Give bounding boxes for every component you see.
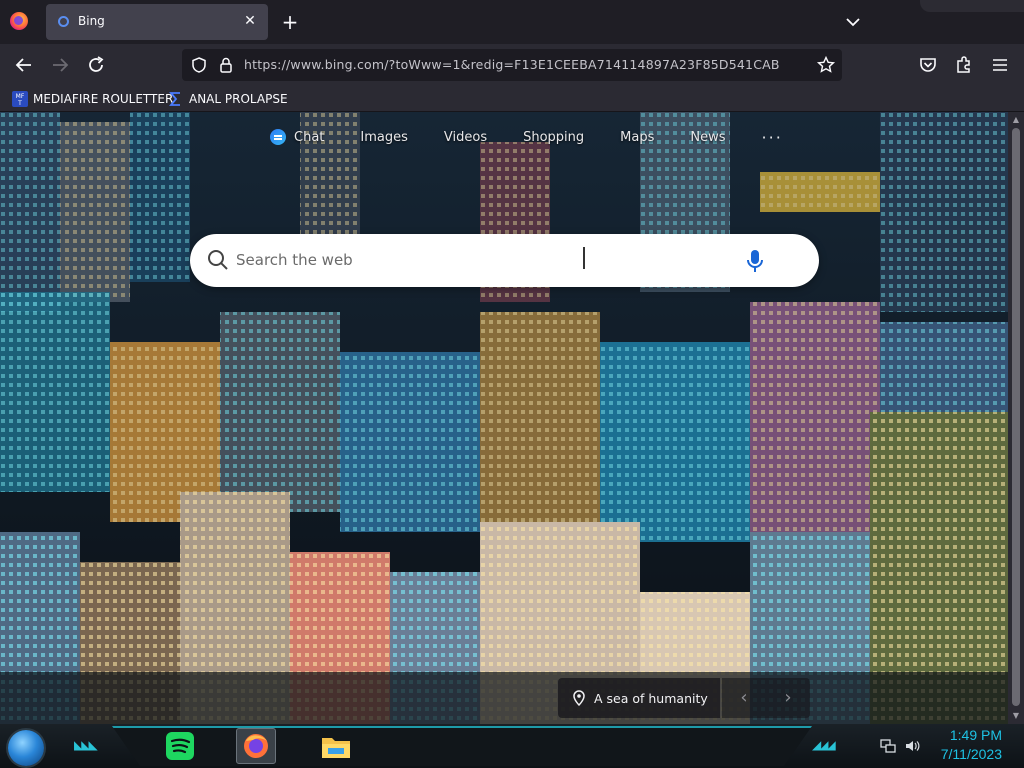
bookmark-label: ANAL PROLAPSE: [189, 92, 288, 106]
forward-arrow-icon[interactable]: [48, 53, 72, 77]
clock-date: 7/11/2023: [940, 746, 1002, 762]
chevron-down-icon[interactable]: [842, 12, 864, 32]
scrollbar-thumb[interactable]: [1012, 128, 1020, 706]
bing-homepage: Chat Images Videos Shopping Maps News ··…: [0, 112, 1008, 724]
window-frame-decoration: [920, 0, 1024, 12]
bookmark-star-icon[interactable]: [816, 55, 836, 75]
nav-chat[interactable]: Chat: [270, 129, 324, 145]
svg-text:MF: MF: [16, 93, 25, 100]
tab-title: Bing: [78, 14, 105, 28]
image-caption[interactable]: A sea of humanity: [558, 678, 720, 718]
folder-icon: [322, 738, 350, 758]
nav-chat-label: Chat: [294, 129, 325, 145]
previous-image-chevron-icon[interactable]: ‹: [734, 688, 754, 708]
taskbar-firefox[interactable]: [236, 728, 276, 764]
city-background-image: [0, 112, 1008, 724]
volume-icon[interactable]: [904, 738, 920, 754]
firefox-icon: [244, 734, 268, 758]
new-tab-button[interactable]: +: [278, 10, 302, 34]
sigma-favicon-icon: [169, 92, 180, 106]
mediafire-favicon-icon: MF T: [12, 91, 28, 107]
bookmark-mediafire-rouletter[interactable]: MF T MEDIAFIRE ROULETTER: [12, 90, 173, 108]
nav-more-dots[interactable]: ···: [762, 128, 783, 147]
spotify-icon: [166, 732, 194, 760]
hamburger-menu-icon[interactable]: [988, 53, 1012, 77]
search-input[interactable]: [236, 246, 756, 274]
location-pin-icon: [573, 690, 585, 706]
taskbar-file-explorer[interactable]: [316, 728, 356, 764]
microphone-icon[interactable]: [744, 248, 766, 274]
tab-bing[interactable]: Bing ✕: [46, 4, 268, 40]
reload-icon[interactable]: [84, 53, 108, 77]
nav-images[interactable]: Images: [360, 130, 408, 145]
bookmarks-toolbar: MF T MEDIAFIRE ROULETTER ANAL PROLAPSE: [0, 86, 1024, 112]
image-nav-arrows: ‹ ›: [722, 678, 810, 718]
nav-shopping[interactable]: Shopping: [523, 130, 584, 145]
start-button[interactable]: [8, 730, 44, 766]
search-box[interactable]: [190, 234, 819, 287]
clock-time: 1:49 PM: [949, 727, 1002, 743]
scroll-up-arrow-icon[interactable]: ▲: [1012, 116, 1020, 124]
nav-videos[interactable]: Videos: [444, 130, 487, 145]
address-bar[interactable]: https://www.bing.com/?toWww=1&redig=F13E…: [182, 49, 842, 81]
lock-icon[interactable]: [218, 56, 234, 74]
bing-search-favicon-icon: [58, 16, 69, 27]
text-cursor-icon: [583, 247, 585, 269]
nav-maps[interactable]: Maps: [620, 130, 654, 145]
tab-strip: Bing ✕ +: [0, 0, 1024, 44]
search-icon: [208, 250, 228, 270]
next-image-chevron-icon[interactable]: ›: [778, 688, 798, 708]
extensions-puzzle-icon[interactable]: [952, 53, 976, 77]
taskbar: ◣◣◣ ◢◢◢ 1:49 PM 7/11/2023: [0, 724, 1024, 768]
bookmark-label: MEDIAFIRE ROULETTER: [33, 92, 174, 106]
pocket-icon[interactable]: [916, 53, 940, 77]
tracking-shield-icon[interactable]: [190, 56, 208, 74]
system-tray: [880, 738, 920, 754]
network-icon[interactable]: [880, 738, 896, 754]
svg-text:T: T: [17, 100, 22, 107]
caption-text: A sea of humanity: [594, 690, 708, 706]
taskbar-spotify[interactable]: [160, 728, 200, 764]
url-text[interactable]: https://www.bing.com/?toWww=1&redig=F13E…: [244, 57, 780, 72]
bing-top-nav: Chat Images Videos Shopping Maps News ··…: [270, 126, 783, 148]
copilot-chat-icon: [270, 129, 286, 145]
close-tab-icon[interactable]: ✕: [240, 11, 260, 31]
taskbar-chevron-decoration: ◢◢◢: [812, 738, 836, 752]
scroll-down-arrow-icon[interactable]: ▼: [1012, 712, 1020, 720]
firefox-view-icon[interactable]: [10, 12, 28, 30]
navigation-toolbar: https://www.bing.com/?toWww=1&redig=F13E…: [0, 44, 1024, 86]
page-scrollbar[interactable]: ▲ ▼: [1008, 112, 1024, 724]
taskbar-clock[interactable]: 1:49 PM 7/11/2023: [941, 726, 1002, 764]
back-arrow-icon[interactable]: [12, 53, 36, 77]
bookmark-anal-prolapse[interactable]: ANAL PROLAPSE: [168, 90, 288, 108]
taskbar-frame: [112, 726, 812, 766]
taskbar-chevron-decoration: ◣◣◣: [74, 738, 98, 752]
nav-news[interactable]: News: [690, 130, 725, 145]
